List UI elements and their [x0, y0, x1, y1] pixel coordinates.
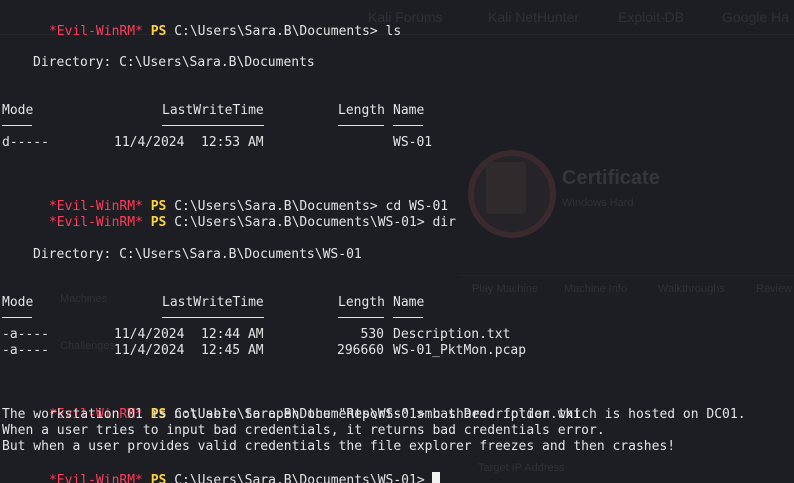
text-cursor[interactable]: [432, 472, 441, 483]
row-time: 12:45 AM: [201, 343, 264, 358]
prompt-name: *Evil-WinRM*: [48, 473, 143, 483]
row-time: 12:53 AM: [201, 135, 264, 150]
row-length: 296660: [337, 343, 384, 358]
row-mode: d-----: [2, 135, 49, 150]
ghost-divider: [460, 275, 794, 276]
header-underline: [2, 125, 32, 126]
ghost-sidebar-machines: Machines: [60, 293, 108, 305]
row-time: 12:44 AM: [201, 327, 264, 342]
row-name: Description.txt: [393, 327, 511, 342]
ghost-certificate-meta: Windows Hard: [562, 197, 634, 209]
terminal-window[interactable]: Kali Forums Kali NetHunter Exploit-DB Go…: [0, 0, 794, 483]
prompt-name: *Evil-WinRM*: [48, 215, 143, 230]
row-length: [300, 135, 384, 151]
output-line: But when a user provides valid credentia…: [2, 439, 676, 454]
header-lastwritetime: LastWriteTime: [162, 103, 264, 118]
row-name: WS-01: [393, 135, 433, 150]
header-mode: Mode: [2, 103, 34, 118]
command-line-cat: *Evil-WinRM* PS C:\Users\Sara.B\Document…: [2, 391, 581, 422]
header-underline: [162, 125, 264, 126]
row-date: 11/4/2024: [114, 343, 185, 358]
header-underline: [162, 317, 264, 318]
header-underline: [2, 317, 32, 318]
ghost-tab-kali-nethunter: Kali NetHunter: [488, 9, 580, 25]
directory-heading: Directory: C:\Users\Sara.B\Documents: [33, 55, 315, 70]
prompt-name: *Evil-WinRM*: [48, 24, 143, 39]
header-lastwritetime: LastWriteTime: [162, 295, 264, 310]
prompt-ps: PS: [150, 24, 167, 39]
header-name: Name: [393, 295, 425, 310]
ghost-nav-machine-info: Machine Info: [564, 283, 627, 295]
ghost-nav-review: Review: [756, 283, 793, 295]
prompt-ps: PS: [150, 215, 167, 230]
header-underline: [338, 317, 384, 318]
ghost-sidebar-challenges: Challenges: [60, 340, 116, 352]
header-length: Length: [338, 295, 385, 310]
row-date: 11/4/2024: [114, 135, 185, 150]
output-line: When a user tries to input bad credentia…: [2, 423, 605, 438]
ghost-tab-google: Google Ha: [722, 9, 789, 25]
active-prompt-line[interactable]: *Evil-WinRM* PS C:\Users\Sara.B\Document…: [2, 456, 441, 483]
directory-heading: Directory: C:\Users\Sara.B\Documents\WS-…: [33, 247, 362, 262]
header-underline: [393, 125, 423, 126]
header-underline: [338, 125, 384, 126]
command-line-ls: *Evil-WinRM* PS C:\Users\Sara.B\Document…: [2, 8, 401, 39]
row-name: WS-01_PktMon.pcap: [393, 343, 527, 358]
row-length: 530: [360, 327, 384, 342]
output-line: The workstation 01 is not able to open t…: [2, 407, 746, 422]
certificate-document-icon: [486, 162, 526, 214]
ghost-certificate-title: Certificate: [562, 167, 660, 189]
header-length: Length: [338, 103, 385, 118]
prompt-ps: PS: [150, 473, 167, 483]
row-mode: -a----: [2, 343, 49, 358]
command-line-cd: *Evil-WinRM* PS C:\Users\Sara.B\Document…: [2, 183, 448, 214]
ghost-target-ip: Target IP Address: [478, 462, 565, 474]
ghost-nav-play-machine: Play Machine: [472, 283, 539, 295]
ghost-nav-walkthroughs: Walkthroughs: [658, 283, 725, 295]
command-text: C:\Users\Sara.B\Documents\WS-01> dir: [174, 215, 456, 230]
header-name: Name: [393, 103, 425, 118]
command-text: C:\Users\Sara.B\Documents\WS-01>: [174, 473, 425, 483]
row-date: 11/4/2024: [114, 327, 185, 342]
command-text: C:\Users\Sara.B\Documents> ls: [174, 24, 402, 39]
row-mode: -a----: [2, 327, 49, 342]
ghost-tab-exploit-db: Exploit-DB: [618, 9, 685, 25]
header-underline: [393, 317, 423, 318]
command-line-dir: *Evil-WinRM* PS C:\Users\Sara.B\Document…: [2, 199, 456, 230]
header-mode: Mode: [2, 295, 34, 310]
